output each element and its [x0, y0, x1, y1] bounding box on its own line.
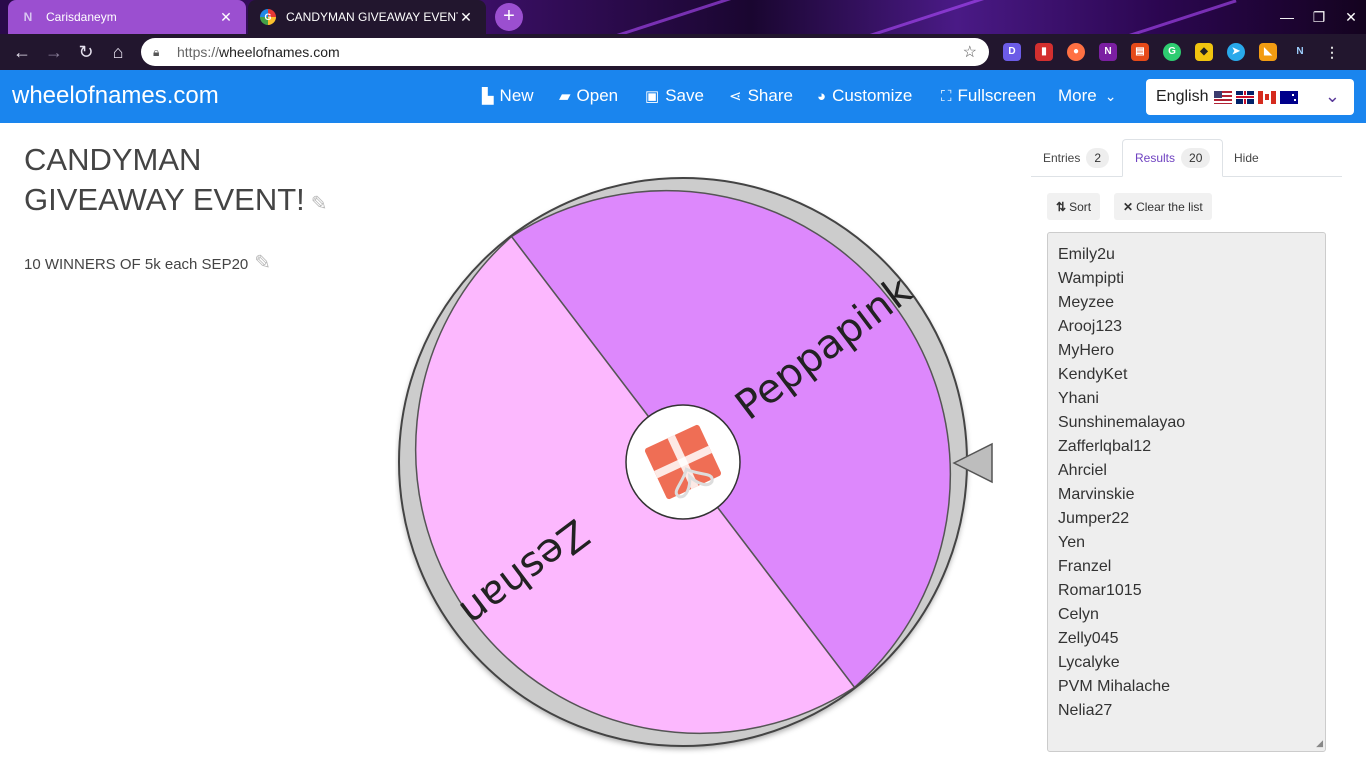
extension-icon[interactable]: D — [1003, 43, 1021, 61]
tab-favicon-icon: G — [260, 9, 276, 25]
list-item: Marvinskie — [1058, 486, 1135, 503]
close-icon[interactable]: ✕ — [218, 9, 234, 26]
list-item: Meyzee — [1058, 294, 1115, 311]
tab-hide[interactable]: Hide — [1222, 139, 1271, 177]
browser-menu-icon[interactable]: ⋮ — [1323, 43, 1341, 61]
menu-open-button[interactable]: ▰ Open — [559, 86, 618, 106]
list-item: Yhani — [1058, 390, 1099, 407]
decor-streak — [564, 0, 756, 34]
site-brand[interactable]: wheelofnames.com — [12, 82, 219, 110]
list-item: Sunshinemalayao — [1058, 414, 1186, 431]
flags — [1214, 90, 1299, 104]
decor-streak — [1083, 0, 1237, 34]
extension-icon[interactable]: N — [1291, 43, 1309, 61]
palette-icon: ◕ — [817, 87, 827, 105]
us-flag-icon — [1214, 90, 1233, 104]
chevron-down-icon: ⌄ — [1324, 86, 1340, 106]
uk-flag-icon — [1236, 90, 1255, 104]
menu-new-button[interactable]: ▙ New — [482, 86, 534, 106]
close-icon: ✕ — [1123, 199, 1134, 214]
wheel-pointer-icon — [952, 442, 993, 484]
extension-icon[interactable]: ● — [1067, 43, 1085, 61]
list-item: Wampipti — [1058, 270, 1125, 287]
file-icon: ▙ — [482, 88, 494, 105]
results-list[interactable]: Emily2u Wampipti Meyzee Arooj123 MyHero Kendy… — [1047, 232, 1326, 752]
australia-flag-icon — [1280, 90, 1299, 104]
tab-title: CANDYMAN GIVEAWAY EVENT! — [286, 10, 458, 24]
list-item: Romar1015 — [1058, 582, 1142, 599]
tab-results[interactable]: Results 20 — [1122, 139, 1224, 177]
extension-icon[interactable]: G — [1163, 43, 1181, 61]
folder-open-icon: ▰ — [559, 88, 571, 105]
extension-icon[interactable]: ◆ — [1195, 43, 1213, 61]
language-select[interactable]: English ⌄ — [1146, 79, 1354, 115]
tab-favicon-icon: N — [23, 10, 33, 24]
menu-customize-button[interactable]: ◕ Customize — [817, 86, 912, 106]
list-item: Zelly045 — [1058, 630, 1119, 647]
chevron-down-icon: ⌄ — [1104, 87, 1117, 104]
list-item: Ahrciel — [1058, 462, 1107, 479]
list-item: Nelia27 — [1058, 702, 1113, 719]
list-item: PVM Mihalache — [1058, 678, 1171, 695]
list-item: KendyKet — [1058, 366, 1128, 383]
site-header: wheelofnames.com ▙ New ▰ Open ▣ Save ⋖ Share… — [0, 70, 1366, 123]
extension-icon[interactable]: ◣ — [1259, 43, 1277, 61]
close-window-icon[interactable]: ✕ — [1334, 0, 1366, 34]
lock-icon: 🔒︎ — [153, 44, 160, 59]
sort-button[interactable]: ⇅ Sort — [1047, 193, 1101, 220]
close-icon[interactable]: ✕ — [458, 9, 474, 26]
browser-tab-candyman[interactable]: G CANDYMAN GIVEAWAY EVENT! ✕ — [248, 0, 486, 34]
resize-grip-icon[interactable]: ◢ — [1316, 738, 1323, 749]
canada-flag-icon — [1258, 90, 1277, 104]
tab-entries[interactable]: Entries 2 — [1031, 139, 1121, 177]
extension-icon[interactable]: ➤ — [1227, 43, 1245, 61]
home-icon[interactable]: ⌂ — [102, 36, 134, 68]
list-item: Franzel — [1058, 558, 1112, 575]
menu-fullscreen-button[interactable]: ⛶ Fullscreen — [941, 86, 1036, 106]
wheel[interactable]: Peppapink Zeshan — [395, 175, 975, 755]
forward-icon[interactable]: → — [38, 36, 70, 68]
page-title: CANDYMAN GIVEAWAY EVENT! ✎ — [24, 142, 328, 217]
floppy-icon: ▣ — [645, 88, 660, 105]
list-item: Zafferlqbal12 — [1058, 438, 1152, 455]
menu-share-button[interactable]: ⋖ Share — [729, 86, 793, 106]
wheel-container: Peppapink Zeshan — [395, 175, 975, 755]
address-bar[interactable]: 🔒︎ https://wheelofnames.com ☆ — [141, 38, 989, 66]
edit-description-icon[interactable]: ✎ — [254, 252, 271, 274]
tab-title: Carisdaneym — [46, 10, 117, 24]
new-tab-button[interactable]: + — [495, 3, 523, 31]
edit-title-icon[interactable]: ✎ — [311, 193, 328, 215]
minimize-icon[interactable]: — — [1270, 0, 1304, 34]
list-item: Celyn — [1058, 606, 1099, 623]
bookmark-star-icon[interactable]: ☆ — [963, 42, 977, 62]
list-item: Jumper22 — [1058, 510, 1130, 527]
url-text: https://wheelofnames.com — [177, 44, 340, 60]
clear-list-button[interactable]: ✕ Clear the list — [1114, 193, 1212, 220]
menu-more-button[interactable]: More ⌄ — [1058, 86, 1116, 106]
list-item: Lycalyke — [1058, 654, 1120, 671]
list-item: Arooj123 — [1058, 318, 1123, 335]
extension-icon[interactable]: ▤ — [1131, 43, 1149, 61]
fullscreen-icon: ⛶ — [941, 87, 952, 105]
sort-icon: ⇅ — [1056, 199, 1067, 214]
browser-toolbar: ← → ↻ ⌂ 🔒︎ https://wheelofnames.com ☆ D … — [0, 34, 1366, 70]
list-item: Yen — [1058, 534, 1085, 551]
extension-icon[interactable]: N — [1099, 43, 1117, 61]
reload-icon[interactable]: ↻ — [70, 36, 102, 68]
list-item: MyHero — [1058, 342, 1115, 359]
browser-tab-carisdaneym[interactable]: N Carisdaneym ✕ — [8, 0, 246, 34]
list-item: Emily2u — [1058, 246, 1115, 263]
browser-tab-strip: N Carisdaneym ✕ G CANDYMAN GIVEAWAY EVEN… — [0, 0, 1366, 34]
page-description: 10 WINNERS OF 5k each SEP20 ✎ — [24, 252, 272, 274]
extension-icon[interactable]: ▮ — [1035, 43, 1053, 61]
panel-tabs: Entries 2 Results 20 Hide — [1031, 139, 1342, 177]
menu-save-button[interactable]: ▣ Save — [645, 86, 704, 106]
restore-icon[interactable]: ❐ — [1302, 0, 1336, 34]
back-icon[interactable]: ← — [6, 36, 38, 68]
share-icon: ⋖ — [729, 88, 742, 105]
decor-streak — [825, 0, 1075, 34]
